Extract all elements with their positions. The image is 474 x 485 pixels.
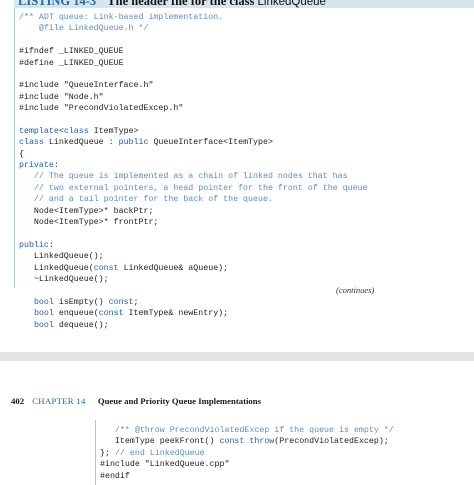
code-token: Node<ItemType>* backPtr;: [19, 206, 154, 216]
listing-label: LISTING 14-3: [18, 0, 97, 8]
code-token: isEmpty(): [53, 297, 109, 307]
code-line: public:: [19, 240, 368, 251]
page-number: 402: [11, 396, 25, 406]
code-token: // and a tail pointer for the back of th…: [19, 195, 273, 205]
code-token: ~LinkedQueue();: [19, 274, 109, 284]
code-line: // two external pointers, a head pointer…: [19, 183, 368, 194]
code-token: #include "QueueInterface.h": [19, 81, 154, 91]
code-line: #ifndef _LINKED_QUEUE: [19, 46, 368, 57]
code-token: };: [100, 448, 115, 458]
code-token: LinkedQueue(: [19, 263, 94, 273]
code-token: bool: [33, 320, 54, 330]
code-line: #endif: [100, 471, 394, 482]
code-line: }; // end LinkedQueue: [100, 448, 394, 459]
code-token: QueueInterface<ItemType>: [148, 138, 273, 148]
code-token: // two external pointers, a head pointer…: [19, 183, 368, 193]
code-token: LinkedQueue();: [19, 252, 104, 262]
code-token: enqueue(: [53, 309, 99, 319]
running-head: 402 CHAPTER 14 Queue and Priority Queue …: [11, 396, 261, 406]
code-line: Node<ItemType>* frontPtr;: [19, 217, 368, 228]
code-line: // The queue is implemented as a chain o…: [19, 171, 368, 182]
code-line: ~LinkedQueue();: [19, 274, 368, 285]
running-title: Queue and Priority Queue Implementations: [97, 396, 261, 406]
code-token: throw: [249, 437, 275, 447]
code-token: /** @throw PrecondViolatedExcep if the q…: [100, 426, 394, 435]
code-token: dequeue();: [53, 320, 109, 330]
code-token: const: [93, 263, 119, 273]
code-line: /** ADT queue: Link-based implementation…: [19, 12, 368, 23]
code-token: LinkedQueue :: [43, 138, 119, 148]
code-token: #ifndef _LINKED_QUEUE: [19, 47, 124, 57]
code-token: Node<ItemType>* frontPtr;: [19, 218, 159, 228]
code-listing-page2: /** @throw PrecondViolatedExcep if the q…: [100, 425, 394, 482]
code-line: ItemType peekFront() const throw(Precond…: [100, 436, 394, 447]
code-line: bool dequeue();: [19, 320, 368, 331]
code-line: #include "LinkedQueue.cpp": [100, 459, 394, 470]
code-line: #include "PrecondViolatedExcep.h": [19, 103, 368, 114]
code-line: private:: [19, 160, 368, 171]
code-token: const: [98, 309, 124, 319]
code-token: ItemType>: [88, 126, 139, 136]
code-line: #include "Node.h": [19, 92, 368, 103]
listing-title: The header file for the class: [107, 0, 255, 8]
code-token: :: [48, 240, 54, 250]
code-token: #define _LINKED_QUEUE: [19, 58, 124, 68]
code-token: #include "Node.h": [19, 92, 104, 102]
listing-class-name: LinkedQueue: [257, 0, 326, 8]
page-separator: [0, 352, 474, 361]
code-line: #include "QueueInterface.h": [19, 80, 368, 91]
chapter-label: CHAPTER 14: [32, 396, 86, 406]
code-line: bool enqueue(const ItemType& newEntry);: [19, 308, 368, 319]
code-line: #define _LINKED_QUEUE: [19, 58, 368, 69]
code-token: #endif: [100, 471, 130, 481]
code-token: const: [108, 297, 134, 307]
code-listing-page1: /** ADT queue: Link-based implementation…: [19, 12, 368, 331]
code-line: {: [19, 149, 368, 160]
code-token: {: [19, 149, 24, 159]
code-token: public: [19, 240, 49, 250]
code-token: ;: [133, 297, 139, 307]
code-line: LinkedQueue(const LinkedQueue& aQueue);: [19, 263, 368, 274]
code-line: // and a tail pointer for the back of th…: [19, 194, 368, 205]
code-line: class LinkedQueue : public QueueInterfac…: [19, 137, 368, 148]
code-token: :: [53, 161, 59, 171]
code-line: /** @throw PrecondViolatedExcep if the q…: [100, 425, 394, 436]
code-token: @file LinkedQueue.h */: [19, 24, 149, 34]
code-token: class: [19, 138, 44, 148]
code-line: Node<ItemType>* backPtr;: [19, 206, 368, 217]
code-token: bool: [33, 309, 54, 319]
code-token: // The queue is implemented as a chain o…: [19, 172, 348, 182]
code-token: template: [19, 126, 59, 136]
code-token: bool: [33, 297, 54, 307]
code-token: ItemType peekFront(): [100, 437, 220, 447]
code-line: LinkedQueue();: [19, 251, 368, 262]
code-line: template<class ItemType>: [19, 126, 368, 137]
continues-note: (continues): [336, 285, 375, 295]
code-token: #include "LinkedQueue.cpp": [100, 460, 230, 470]
code-token: private: [19, 161, 54, 171]
code-token: const: [219, 437, 245, 447]
code-token: #include "PrecondViolatedExcep.h": [19, 104, 184, 114]
code-token: ItemType& newEntry);: [123, 309, 229, 319]
code-token: LinkedQueue& aQueue);: [118, 263, 229, 273]
code-line: @file LinkedQueue.h */: [19, 23, 368, 34]
code-token: class: [63, 126, 89, 136]
code-token: public: [118, 138, 149, 148]
listing-header: LISTING 14-3 The header file for the cla…: [14, 0, 474, 8]
code-token: (PrecondViolatedExcep);: [274, 437, 389, 447]
code-token: // end LinkedQueue: [114, 448, 205, 458]
code-line: bool isEmpty() const;: [19, 297, 368, 308]
code-token: /** ADT queue: Link-based implementation…: [19, 13, 224, 22]
